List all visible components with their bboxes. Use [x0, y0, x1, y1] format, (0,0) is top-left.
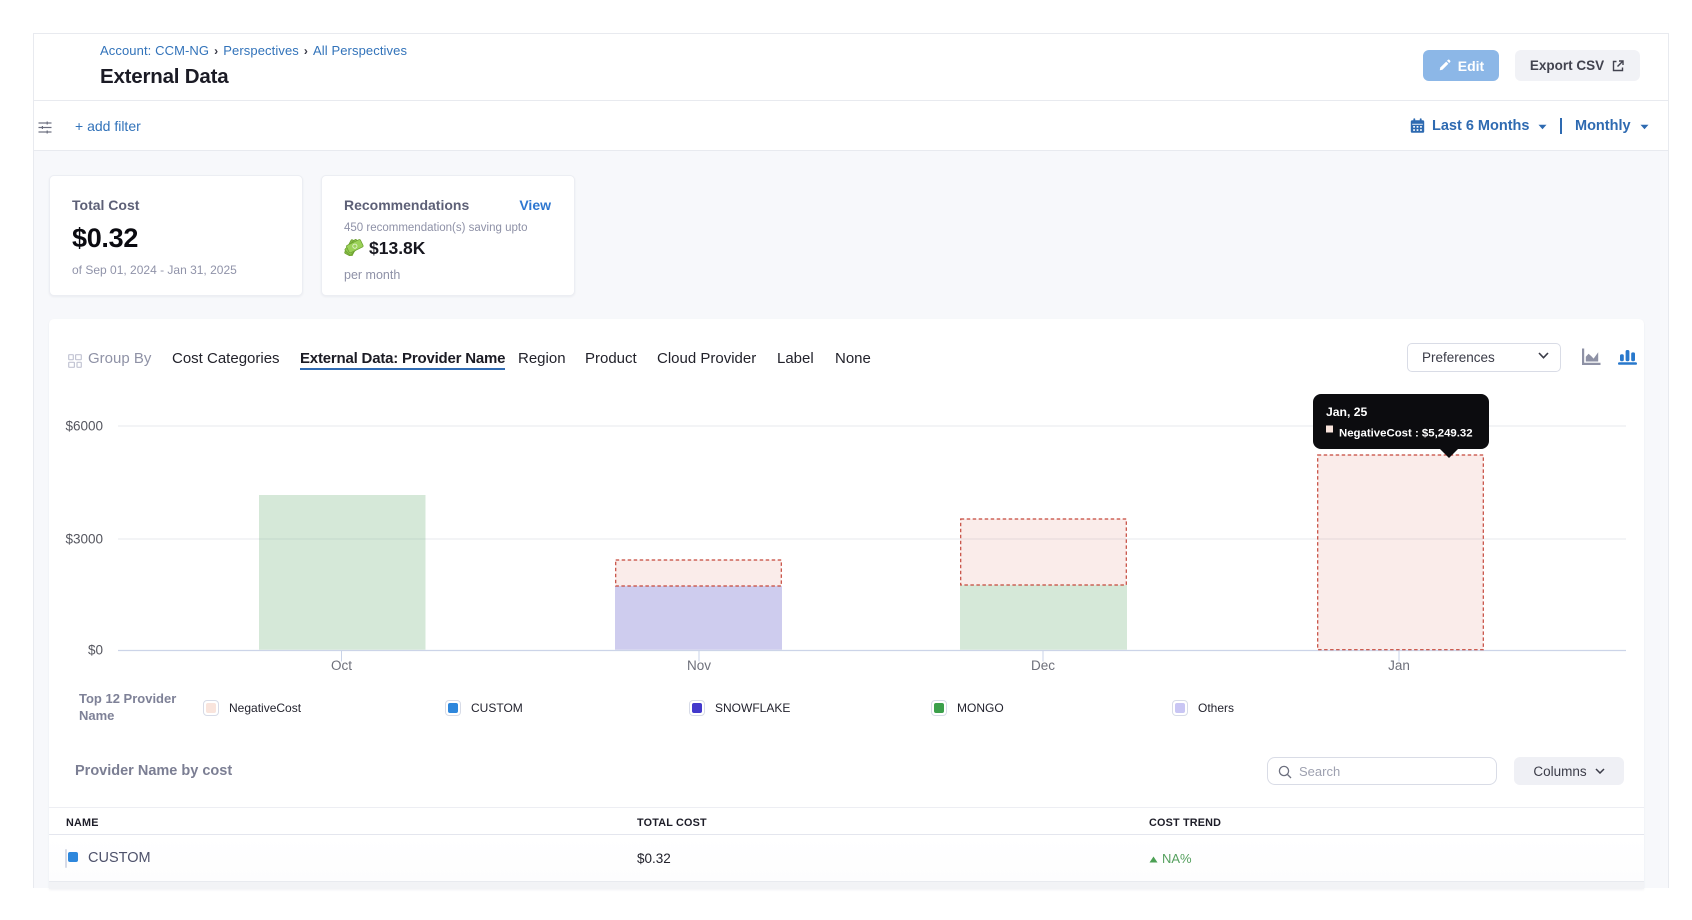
svg-text:$0: $0 [88, 643, 103, 658]
svg-text:Oct: Oct [331, 658, 352, 673]
svg-text:Dec: Dec [1031, 658, 1055, 673]
svg-text:$3000: $3000 [65, 532, 103, 547]
svg-text:Nov: Nov [687, 658, 711, 673]
svg-text:Jan, 25: Jan, 25 [1326, 405, 1368, 419]
svg-text:Jan: Jan [1388, 658, 1410, 673]
svg-text:$6000: $6000 [65, 419, 103, 434]
svg-text:NegativeCost : $5,249.32: NegativeCost : $5,249.32 [1339, 428, 1473, 440]
